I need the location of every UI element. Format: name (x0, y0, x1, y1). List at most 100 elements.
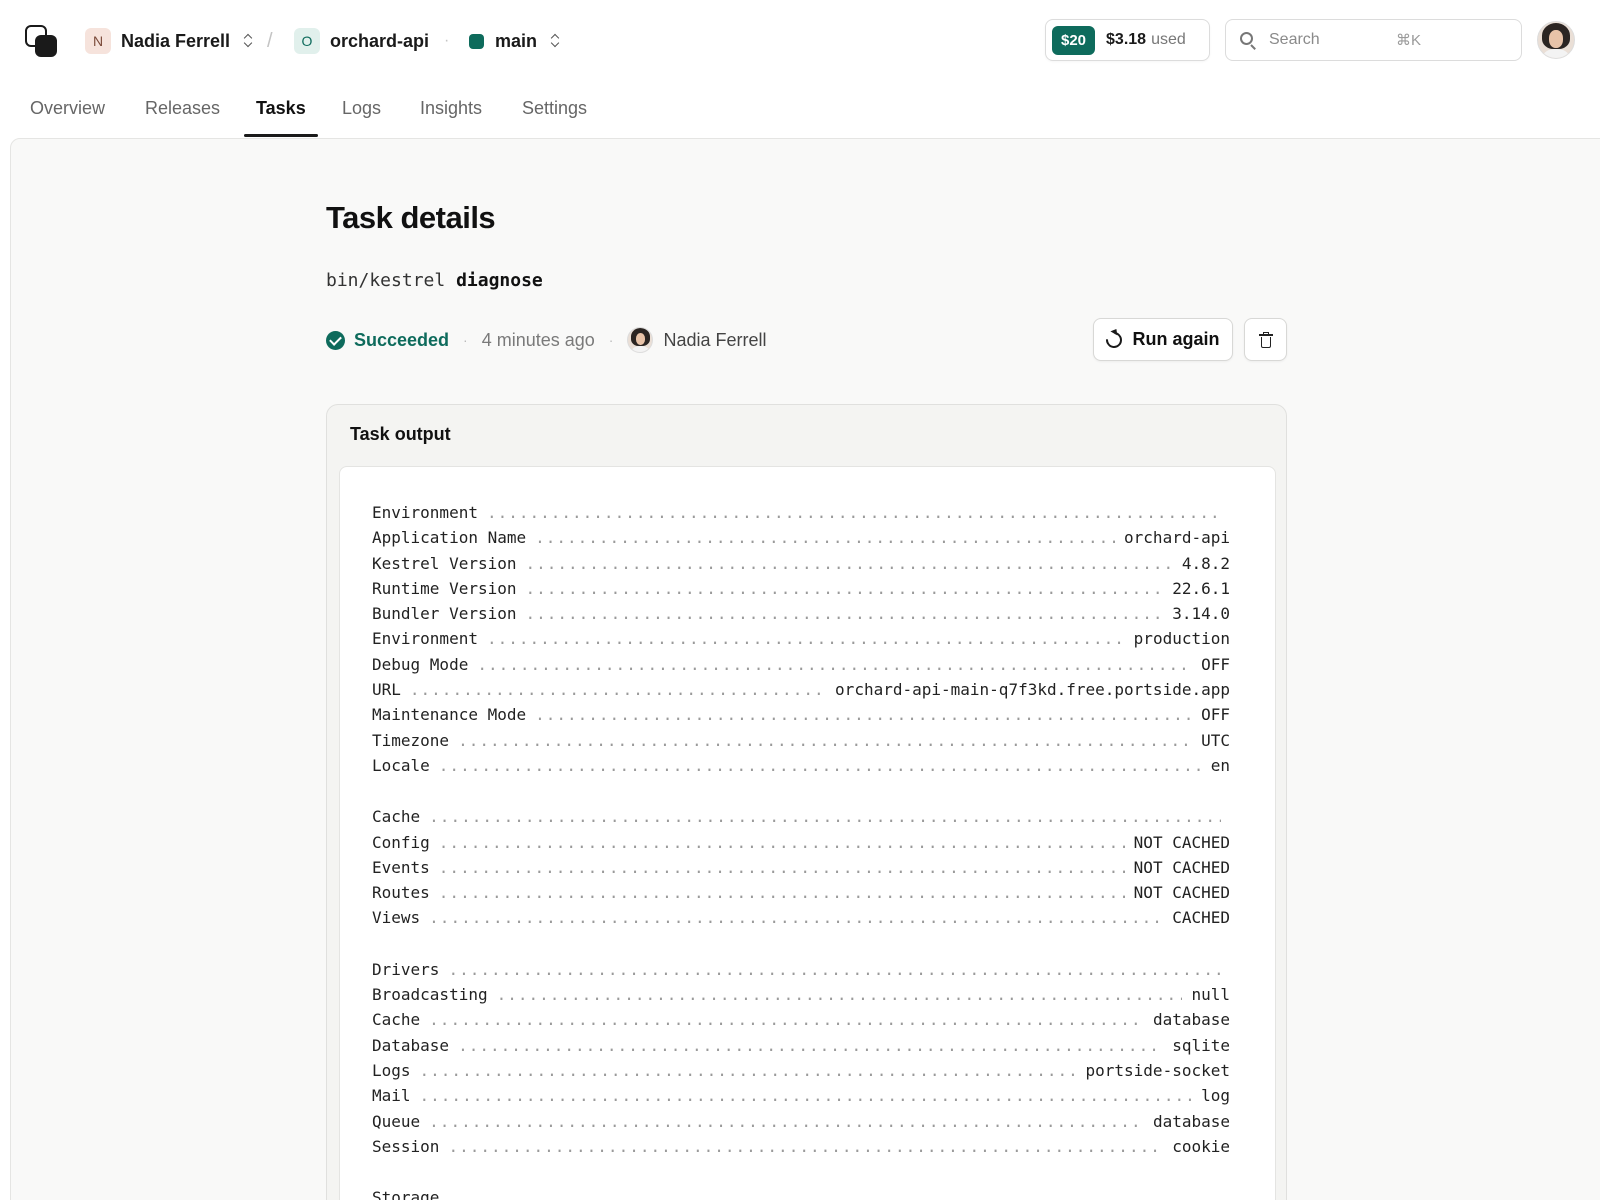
project-name: orchard-api (330, 30, 430, 51)
dot-leader (439, 756, 1202, 775)
search-input[interactable]: Search ⌘K (1225, 19, 1522, 61)
output-key: Locale (372, 755, 430, 775)
dot-leader (420, 1086, 1193, 1105)
output-heading-label: Environment (372, 503, 478, 522)
project-avatar: O (294, 28, 320, 54)
check-circle-icon (326, 330, 345, 350)
dot-leader (448, 1137, 1163, 1156)
dot-leader (439, 858, 1125, 877)
tab-tasks[interactable]: Tasks (256, 98, 306, 119)
tab-overview[interactable]: Overview (30, 98, 105, 119)
output-section: CacheConfigNOT CACHEDEventsNOT CACHEDRou… (372, 807, 1230, 933)
output-value: 3.14.0 (1172, 604, 1230, 624)
output-value: NOT CACHED (1133, 832, 1230, 852)
output-key: Application Name (372, 528, 527, 548)
output-row: Environment production (372, 629, 1230, 654)
output-row: Locale en (372, 756, 1230, 781)
output-key: Logs (372, 1060, 411, 1080)
usage-indicator[interactable]: $20 $3.18 used (1045, 19, 1210, 61)
run-again-button[interactable]: Run again (1093, 318, 1233, 361)
output-value: NOT CACHED (1133, 857, 1230, 877)
org-switcher[interactable]: N Nadia Ferrell (85, 24, 254, 58)
dot-leader (526, 604, 1164, 623)
output-value: database (1152, 1111, 1230, 1131)
output-value: en (1210, 755, 1230, 775)
dot-leader (429, 908, 1163, 927)
dot-leader (439, 833, 1125, 852)
breadcrumb-separator: / (267, 30, 273, 52)
app-logo-icon[interactable] (24, 24, 58, 58)
branch-switcher[interactable]: main (469, 24, 561, 58)
output-section-heading: Drivers (372, 960, 1230, 985)
output-section-heading: Environment (372, 503, 1230, 528)
task-timestamp: 4 minutes ago (481, 329, 595, 350)
output-row: Cache database (372, 1010, 1230, 1035)
output-key: Kestrel Version (372, 553, 517, 573)
output-value: 4.8.2 (1181, 553, 1230, 573)
output-key: Events (372, 857, 430, 877)
project-switcher[interactable]: O orchard-api (294, 24, 429, 58)
output-row: Logs portside-socket (372, 1061, 1230, 1086)
run-again-label: Run again (1132, 329, 1220, 349)
output-value: orchard-api (1124, 528, 1230, 548)
dot-leader (487, 629, 1125, 648)
task-command: bin/kestrel diagnose (326, 270, 543, 291)
output-section: Storage (372, 1188, 1230, 1200)
output-value: cookie (1172, 1136, 1230, 1156)
terminal-output: Environment Application Name orchard-api Ke… (339, 466, 1276, 1200)
org-name: Nadia Ferrell (121, 30, 231, 51)
delete-task-button[interactable] (1244, 318, 1287, 361)
branch-color-icon (469, 33, 484, 49)
output-key: Runtime Version (372, 578, 517, 598)
breadcrumb-separator: · (444, 32, 450, 49)
output-value: production (1133, 629, 1230, 649)
dot-leader (429, 1112, 1144, 1131)
output-key: Timezone (372, 730, 450, 750)
output-value: OFF (1201, 654, 1230, 674)
output-row: Queue database (372, 1112, 1230, 1137)
tab-logs[interactable]: Logs (342, 98, 381, 119)
user-avatar[interactable] (1537, 21, 1575, 59)
output-row: Timezone UTC (372, 731, 1230, 756)
dot-leader (535, 705, 1192, 724)
dot-leader (526, 579, 1164, 598)
tab-releases[interactable]: Releases (145, 98, 220, 119)
output-section-heading: Storage (372, 1188, 1230, 1200)
output-row: Bundler Version 3.14.0 (372, 604, 1230, 629)
trash-icon (1258, 331, 1273, 348)
output-row: Events NOT CACHED (372, 858, 1230, 883)
output-section: Drivers Broadcasting null Cache database Data… (372, 960, 1230, 1162)
task-status-row: Succeeded · 4 minutes ago · Nadia Ferrel… (326, 326, 767, 354)
output-value: UTC (1201, 730, 1230, 750)
tab-insights[interactable]: Insights (420, 98, 482, 119)
command-arg: diagnose (456, 270, 543, 291)
dot-leader (420, 1061, 1077, 1080)
dot-leader (429, 807, 1221, 826)
output-section: Environment Application Name orchard-api Ke… (372, 503, 1230, 781)
branch-name: main (495, 30, 538, 51)
tab-settings[interactable]: Settings (522, 98, 587, 119)
dot-leader (487, 503, 1221, 522)
task-output-title: Task output (350, 424, 451, 444)
output-key: URL (372, 680, 401, 700)
output-row: Views CACHED (372, 908, 1230, 933)
output-value: OFF (1201, 705, 1230, 725)
output-key: Environment (372, 629, 478, 649)
dot-leader (458, 731, 1192, 750)
search-shortcut: ⌘K (1396, 32, 1422, 49)
output-value: log (1201, 1086, 1230, 1106)
output-section-heading: Cache (372, 807, 1230, 832)
output-key: Mail (372, 1086, 411, 1106)
output-row: Debug Mode OFF (372, 655, 1230, 680)
output-key: Cache (372, 1010, 421, 1030)
output-row: Maintenance Mode OFF (372, 705, 1230, 730)
output-key: Broadcasting (372, 985, 488, 1005)
dot-leader (410, 680, 826, 699)
dot-leader (535, 528, 1115, 547)
output-heading-label: Cache (372, 807, 421, 827)
chevron-up-down-icon (551, 33, 561, 49)
dot-leader (477, 655, 1192, 674)
output-value: orchard-api-main-q7f3kd.free.portside.ap… (835, 680, 1230, 700)
output-value: null (1191, 985, 1230, 1005)
nav-tabs: Overview Releases Tasks Logs Insights Se… (0, 82, 1600, 138)
